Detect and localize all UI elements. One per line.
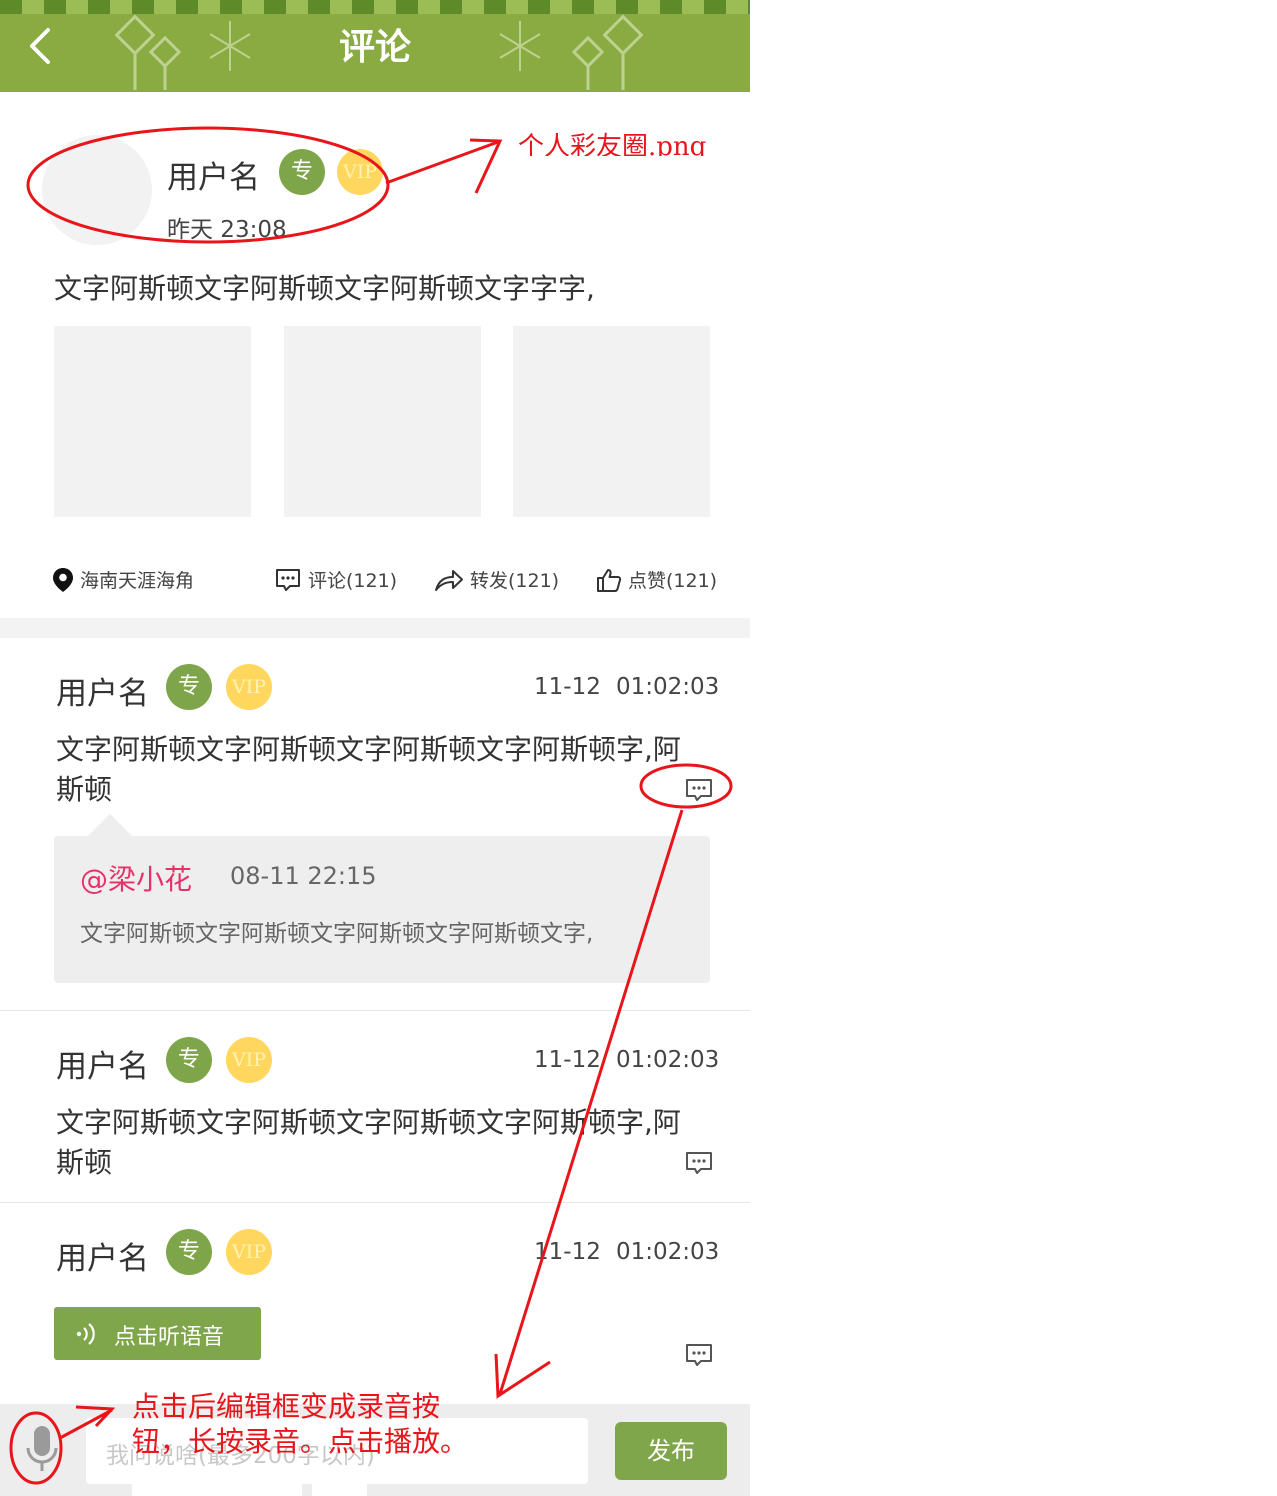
forward-button[interactable]: 转发(121) bbox=[434, 566, 559, 593]
post-image[interactable] bbox=[513, 326, 710, 517]
bottom-tab-indicator bbox=[312, 1484, 367, 1496]
reply-pointer bbox=[88, 814, 132, 836]
comment-count-label: 评论(121) bbox=[308, 570, 398, 592]
post-image[interactable] bbox=[284, 326, 481, 517]
zhuan-badge: 专 bbox=[279, 149, 325, 195]
comment-time: 01:02:03 bbox=[616, 1239, 720, 1265]
play-voice-button[interactable]: 点击听语音 bbox=[54, 1307, 261, 1360]
annotation-bottom-note-1: 点击后编辑框变成录音按 bbox=[132, 1390, 441, 1423]
location-pin-icon bbox=[53, 567, 73, 592]
reply-date: 08-11 22:15 bbox=[230, 862, 377, 890]
comment-date: 11-12 bbox=[534, 1239, 601, 1265]
post-image[interactable] bbox=[54, 326, 251, 517]
microphone-icon[interactable] bbox=[22, 1424, 62, 1474]
post-text: 文字阿斯顿文字阿斯顿文字阿斯顿文字字字, bbox=[54, 272, 595, 305]
comment-date: 11-12 bbox=[534, 674, 601, 700]
divider bbox=[0, 1010, 750, 1011]
speaker-wave-icon bbox=[76, 1323, 95, 1345]
app-screen: 评论 用户名 专 VIP 昨天 23:08 文字阿斯顿文字阿斯顿文字阿斯顿文字字… bbox=[0, 0, 750, 1496]
annotation-top-note: 个人彩友圈.png bbox=[518, 132, 707, 156]
like-count-label: 点赞(121) bbox=[628, 570, 718, 592]
location-label: 海南天涯海角 bbox=[80, 570, 195, 592]
annotation-bottom-note-2: 钮，长按录音。点击播放。 bbox=[132, 1425, 469, 1458]
like-button[interactable]: 点赞(121) bbox=[596, 566, 717, 593]
reply-box: @梁小花 08-11 22:15 文字阿斯顿文字阿斯顿文字阿斯顿文字阿斯顿文字, bbox=[54, 814, 710, 983]
zhuan-badge: 专 bbox=[166, 1229, 212, 1275]
comment-username[interactable]: 用户名 bbox=[56, 1233, 149, 1278]
forward-count-label: 转发(121) bbox=[470, 570, 560, 592]
comment-time: 01:02:03 bbox=[616, 674, 720, 700]
comment-username[interactable]: 用户名 bbox=[56, 1041, 149, 1086]
play-voice-label: 点击听语音 bbox=[114, 1325, 225, 1350]
vip-badge: VIP bbox=[226, 1229, 272, 1275]
mention-user[interactable]: @梁小花 bbox=[80, 858, 192, 898]
location[interactable]: 海南天涯海角 bbox=[52, 566, 194, 593]
vip-badge: VIP bbox=[337, 149, 383, 195]
post-username[interactable]: 用户名 bbox=[167, 152, 260, 197]
publish-button[interactable]: 发布 bbox=[615, 1422, 727, 1480]
page-title: 评论 bbox=[338, 27, 411, 68]
comment-username[interactable]: 用户名 bbox=[56, 668, 149, 713]
bottom-tab-indicator bbox=[132, 1484, 302, 1496]
forward-arrow-icon bbox=[435, 569, 463, 591]
divider bbox=[0, 1202, 750, 1203]
reply-bubble-icon[interactable] bbox=[684, 777, 714, 803]
avatar[interactable] bbox=[42, 135, 152, 245]
reply-bubble-icon[interactable] bbox=[684, 1150, 714, 1176]
vip-badge: VIP bbox=[226, 664, 272, 710]
thumbs-up-icon bbox=[597, 568, 622, 592]
comment-bubble-icon bbox=[276, 568, 300, 591]
comment-button[interactable]: 评论(121) bbox=[274, 566, 397, 593]
comment-text: 文字阿斯顿文字阿斯顿文字阿斯顿文字阿斯顿字,阿斯顿 bbox=[56, 733, 681, 806]
comment-text: 文字阿斯顿文字阿斯顿文字阿斯顿文字阿斯顿字,阿斯顿 bbox=[56, 1106, 681, 1179]
section-divider bbox=[0, 618, 750, 638]
header-decoration bbox=[0, 0, 750, 14]
comment-date: 11-12 bbox=[534, 1047, 601, 1073]
reply-text: 文字阿斯顿文字阿斯顿文字阿斯顿文字阿斯顿文字, bbox=[80, 921, 594, 947]
comment-time: 01:02:03 bbox=[616, 1047, 720, 1073]
zhuan-badge: 专 bbox=[166, 1037, 212, 1083]
header-bar: 评论 bbox=[0, 0, 750, 92]
post-time: 昨天 23:08 bbox=[167, 217, 287, 243]
zhuan-badge: 专 bbox=[166, 664, 212, 710]
reply-bubble-icon[interactable] bbox=[684, 1342, 714, 1368]
vip-badge: VIP bbox=[226, 1037, 272, 1083]
